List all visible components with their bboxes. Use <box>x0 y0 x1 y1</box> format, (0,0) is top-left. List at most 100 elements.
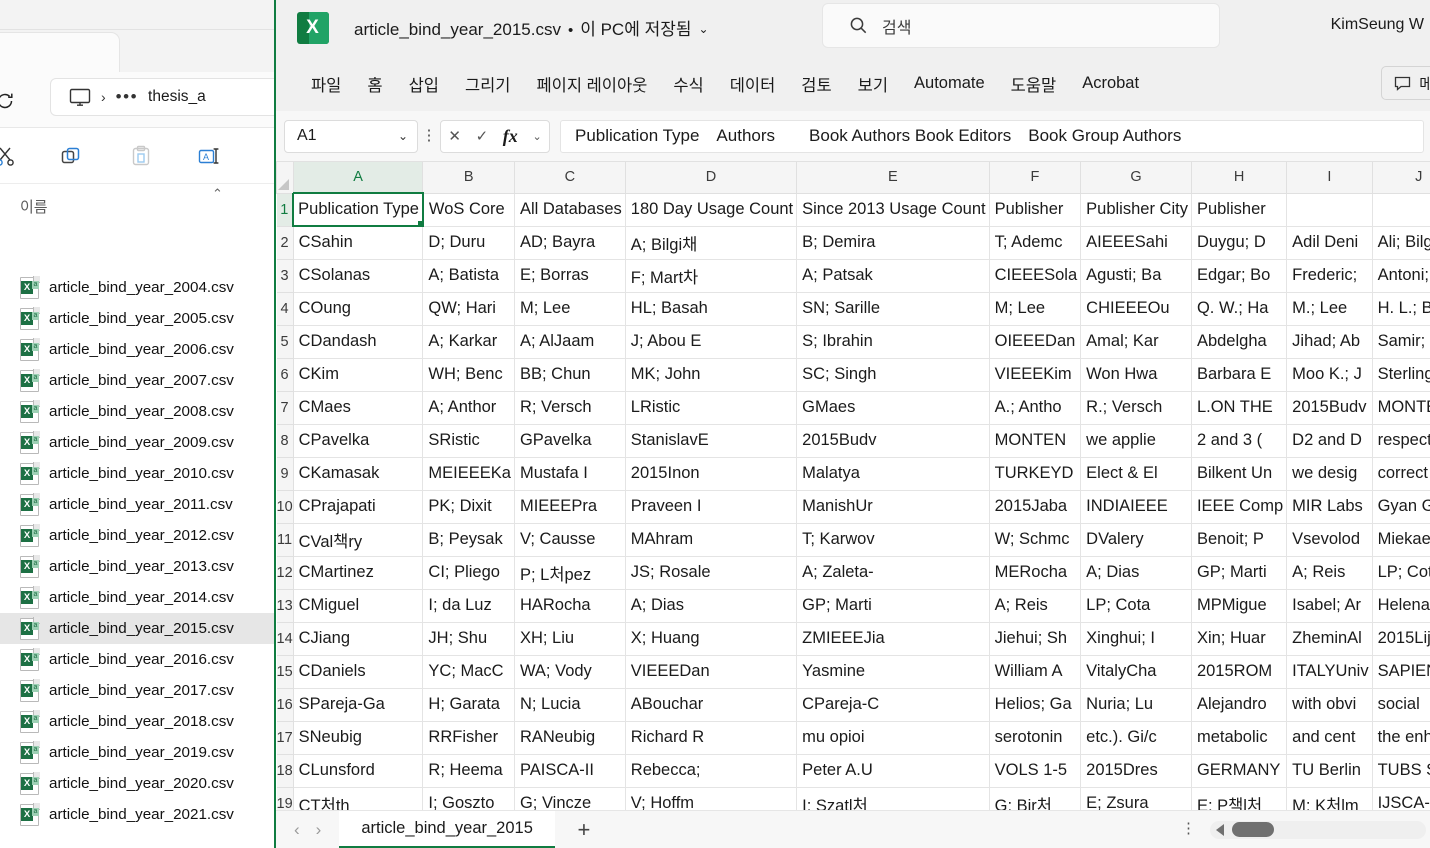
cell-E7[interactable]: GMaes <box>797 391 989 424</box>
cell-A2[interactable]: CSahin <box>293 226 423 259</box>
cell-A10[interactable]: CPrajapati <box>293 490 423 523</box>
cell-I11[interactable]: Vsevolod <box>1287 523 1372 556</box>
cell-G13[interactable]: LP; Cota <box>1081 589 1192 622</box>
list-item[interactable]: Xaarticle_bind_year_2018.csv <box>0 706 274 737</box>
cell-E15[interactable]: Yasmine <box>797 655 989 688</box>
overflow-icon[interactable]: ••• <box>116 92 138 102</box>
cell-B3[interactable]: A; Batista <box>423 259 515 292</box>
list-item[interactable]: Xaarticle_bind_year_2019.csv <box>0 737 274 768</box>
list-item[interactable]: Xaarticle_bind_year_2004.csv <box>0 272 274 303</box>
cell-J6[interactable]: Sterling C <box>1372 358 1430 391</box>
cell-I7[interactable]: 2015Budv <box>1287 391 1372 424</box>
comments-button[interactable]: 메 <box>1381 66 1430 100</box>
cell-J4[interactable]: H. L.; Bas <box>1372 292 1430 325</box>
sheet-tab-article-bind-year-2015[interactable]: article_bind_year_2015 <box>339 811 555 848</box>
cell-B2[interactable]: D; Duru <box>423 226 515 259</box>
cell-I5[interactable]: Jihad; Ab <box>1287 325 1372 358</box>
cell-D2[interactable]: A; Bilgi채 <box>625 226 796 259</box>
cell-F8[interactable]: MONTEN <box>989 424 1081 457</box>
cell-A18[interactable]: CLunsford <box>293 754 423 787</box>
cell-G4[interactable]: CHIEEEOu <box>1081 292 1192 325</box>
explorer-tab[interactable]: ✕ <box>0 32 120 72</box>
cell-H3[interactable]: Edgar; Bo <box>1191 259 1286 292</box>
name-box[interactable]: A1 ⌄ <box>284 120 418 153</box>
cell-H17[interactable]: metabolic <box>1191 721 1286 754</box>
column-header-E[interactable]: E <box>797 162 989 193</box>
cell-B7[interactable]: A; Anthor <box>423 391 515 424</box>
cell-H12[interactable]: GP; Marti <box>1191 556 1286 589</box>
row-header-1[interactable]: 1 <box>277 193 294 226</box>
cell-D7[interactable]: LRistic <box>625 391 796 424</box>
cell-F1[interactable]: Publisher <box>989 193 1081 226</box>
cell-H6[interactable]: Barbara E <box>1191 358 1286 391</box>
cell-I17[interactable]: and cent <box>1287 721 1372 754</box>
list-item[interactable]: Xaarticle_bind_year_2006.csv <box>0 334 274 365</box>
cell-D17[interactable]: Richard R <box>625 721 796 754</box>
cell-G3[interactable]: Agusti; Ba <box>1081 259 1192 292</box>
select-all-corner[interactable] <box>277 162 294 193</box>
cell-F4[interactable]: M; Lee <box>989 292 1081 325</box>
cell-B10[interactable]: PK; Dixit <box>423 490 515 523</box>
list-item[interactable]: Xaarticle_bind_year_2010.csv <box>0 458 274 489</box>
cell-A6[interactable]: CKim <box>293 358 423 391</box>
cell-E12[interactable]: A; Zaleta- <box>797 556 989 589</box>
ribbon-tab-10[interactable]: 도움말 <box>998 66 1070 102</box>
row-header-12[interactable]: 12 <box>277 556 294 589</box>
cell-B18[interactable]: R; Heema <box>423 754 515 787</box>
cell-C8[interactable]: GPavelka <box>514 424 625 457</box>
breadcrumb[interactable]: › ••• thesis_a <box>50 78 274 116</box>
cell-C9[interactable]: Mustafa I <box>514 457 625 490</box>
cell-I3[interactable]: Frederic; <box>1287 259 1372 292</box>
ribbon-tab-2[interactable]: 삽입 <box>396 66 452 102</box>
cell-D13[interactable]: A; Dias <box>625 589 796 622</box>
column-header-A[interactable]: A <box>293 162 423 193</box>
cell-F18[interactable]: VOLS 1-5 <box>989 754 1081 787</box>
cell-B19[interactable]: I; Goszto <box>423 787 515 810</box>
search-input[interactable]: 검색 <box>822 3 1220 48</box>
confirm-icon[interactable]: ✓ <box>476 127 489 145</box>
cell-E3[interactable]: A; Patsak <box>797 259 989 292</box>
cell-F17[interactable]: serotonin <box>989 721 1081 754</box>
breadcrumb-folder[interactable]: thesis_a <box>148 88 206 106</box>
cell-C11[interactable]: V; Causse <box>514 523 625 556</box>
cell-J14[interactable]: 2015Lijiar <box>1372 622 1430 655</box>
cell-A12[interactable]: CMartinez <box>293 556 423 589</box>
row-header-14[interactable]: 14 <box>277 622 294 655</box>
cell-H8[interactable]: 2 and 3 ( <box>1191 424 1286 457</box>
cell-C15[interactable]: WA; Vody <box>514 655 625 688</box>
sort-caret-icon[interactable]: ⌃ <box>212 186 223 202</box>
cell-F15[interactable]: William A <box>989 655 1081 688</box>
cell-F11[interactable]: W; Schmc <box>989 523 1081 556</box>
cell-A8[interactable]: CPavelka <box>293 424 423 457</box>
cell-A19[interactable]: CT처th <box>293 787 423 810</box>
cell-B6[interactable]: WH; Benc <box>423 358 515 391</box>
chevron-down-icon[interactable]: ⌄ <box>699 22 709 36</box>
column-header-I[interactable]: I <box>1287 162 1372 193</box>
row-header-6[interactable]: 6 <box>277 358 294 391</box>
cell-D19[interactable]: V; Hoffm <box>625 787 796 810</box>
cell-H16[interactable]: Alejandro <box>1191 688 1286 721</box>
row-header-16[interactable]: 16 <box>277 688 294 721</box>
cell-E16[interactable]: CPareja-C <box>797 688 989 721</box>
cell-D8[interactable]: StanislavE <box>625 424 796 457</box>
list-item[interactable]: Xaarticle_bind_year_2015.csv <box>0 613 274 644</box>
cell-I2[interactable]: Adil Deni <box>1287 226 1372 259</box>
cell-D12[interactable]: JS; Rosale <box>625 556 796 589</box>
cell-H2[interactable]: Duygu; D <box>1191 226 1286 259</box>
account-name[interactable]: KimSeung W <box>1331 16 1424 34</box>
cell-F14[interactable]: Jiehui; Sh <box>989 622 1081 655</box>
ribbon-tab-0[interactable]: 파일 <box>298 66 354 102</box>
cell-G1[interactable]: Publisher City <box>1081 193 1192 226</box>
cell-H13[interactable]: MPMigue <box>1191 589 1286 622</box>
list-item[interactable]: Xaarticle_bind_year_2012.csv <box>0 520 274 551</box>
cell-E9[interactable]: Malatya <box>797 457 989 490</box>
cell-D15[interactable]: VIEEEDan <box>625 655 796 688</box>
cell-F12[interactable]: MERocha <box>989 556 1081 589</box>
cell-E17[interactable]: mu opioi <box>797 721 989 754</box>
row-header-5[interactable]: 5 <box>277 325 294 358</box>
cell-E10[interactable]: ManishUr <box>797 490 989 523</box>
next-sheet-icon[interactable]: › <box>316 820 322 840</box>
cell-E2[interactable]: B; Demira <box>797 226 989 259</box>
cell-F3[interactable]: CIEEESola <box>989 259 1081 292</box>
row-header-11[interactable]: 11 <box>277 523 294 556</box>
